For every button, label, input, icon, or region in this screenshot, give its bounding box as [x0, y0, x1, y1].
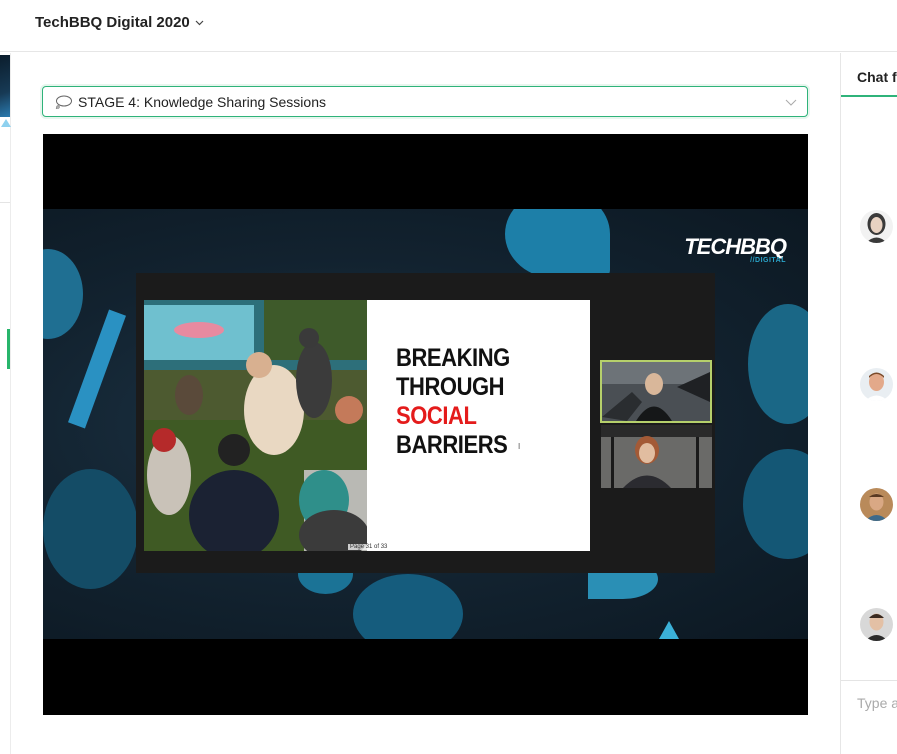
stage-select-value: STAGE 4: Knowledge Sharing Sessions — [78, 93, 326, 110]
chat-panel: Chat fo Type a — [840, 53, 897, 754]
logo-text: TECHBBQ — [684, 234, 787, 259]
tab-chat[interactable]: Chat fo — [857, 69, 897, 85]
avatar[interactable] — [860, 368, 893, 401]
decorative-shape — [43, 469, 138, 589]
left-rail — [0, 53, 11, 754]
participant-video-image — [601, 425, 712, 488]
shared-screen: BREAKING THROUGH SOCIAL BARRIERS Page 31… — [136, 273, 715, 573]
stage-thumbnail[interactable] — [0, 55, 10, 117]
slide-title: BREAKING THROUGH SOCIAL BARRIERS — [396, 344, 510, 460]
app-root: TechBBQ Digital 2020 STAGE 4: Knowledge … — [0, 0, 897, 754]
decorative-shape — [505, 209, 610, 279]
decorative-shape — [743, 449, 808, 559]
decorative-shape — [68, 309, 126, 429]
divider — [0, 202, 10, 203]
event-title: TechBBQ Digital 2020 — [35, 14, 190, 31]
slide-photo — [144, 300, 367, 551]
techbbq-logo: TECHBBQ //DIGITAL — [684, 234, 787, 265]
avatar[interactable] — [860, 608, 893, 641]
decorative-shape — [353, 574, 463, 639]
avatar[interactable] — [860, 210, 893, 243]
chat-input[interactable]: Type a — [857, 695, 897, 711]
chevron-down-icon — [785, 95, 797, 107]
divider — [841, 680, 897, 681]
thumbnail-accent-icon — [1, 119, 11, 127]
decorative-shape — [748, 304, 808, 424]
presentation-slide: BREAKING THROUGH SOCIAL BARRIERS Page 31… — [144, 300, 590, 551]
avatar[interactable] — [860, 488, 893, 521]
participant-video-tile — [600, 360, 712, 423]
slide-title-line: BREAKING — [396, 344, 510, 372]
slide-title-line-highlight: SOCIAL — [396, 402, 477, 430]
stage-select[interactable]: STAGE 4: Knowledge Sharing Sessions — [42, 86, 808, 117]
top-bar: TechBBQ Digital 2020 — [0, 0, 897, 52]
page-indicator: Page 31 of 33 — [348, 544, 390, 550]
video-player[interactable]: TECHBBQ //DIGITAL BREAKING THROUGH SOCIA… — [43, 134, 808, 715]
text-cursor-icon: I — [518, 442, 521, 451]
active-tab-indicator — [841, 95, 897, 97]
slide-title-line: BARRIERS — [396, 431, 508, 459]
slide-title-line: THROUGH — [396, 373, 505, 401]
party-photo-image — [144, 300, 367, 551]
participant-video-image — [602, 362, 710, 421]
event-selector[interactable]: TechBBQ Digital 2020 — [35, 14, 204, 31]
decorative-shape — [43, 249, 83, 339]
stage-background: TECHBBQ //DIGITAL BREAKING THROUGH SOCIA… — [43, 209, 808, 639]
speech-bubble-icon — [55, 95, 73, 109]
participant-video-tile — [601, 425, 712, 488]
active-nav-indicator — [7, 329, 10, 369]
chevron-down-icon — [195, 17, 204, 29]
decorative-shape — [659, 621, 679, 639]
